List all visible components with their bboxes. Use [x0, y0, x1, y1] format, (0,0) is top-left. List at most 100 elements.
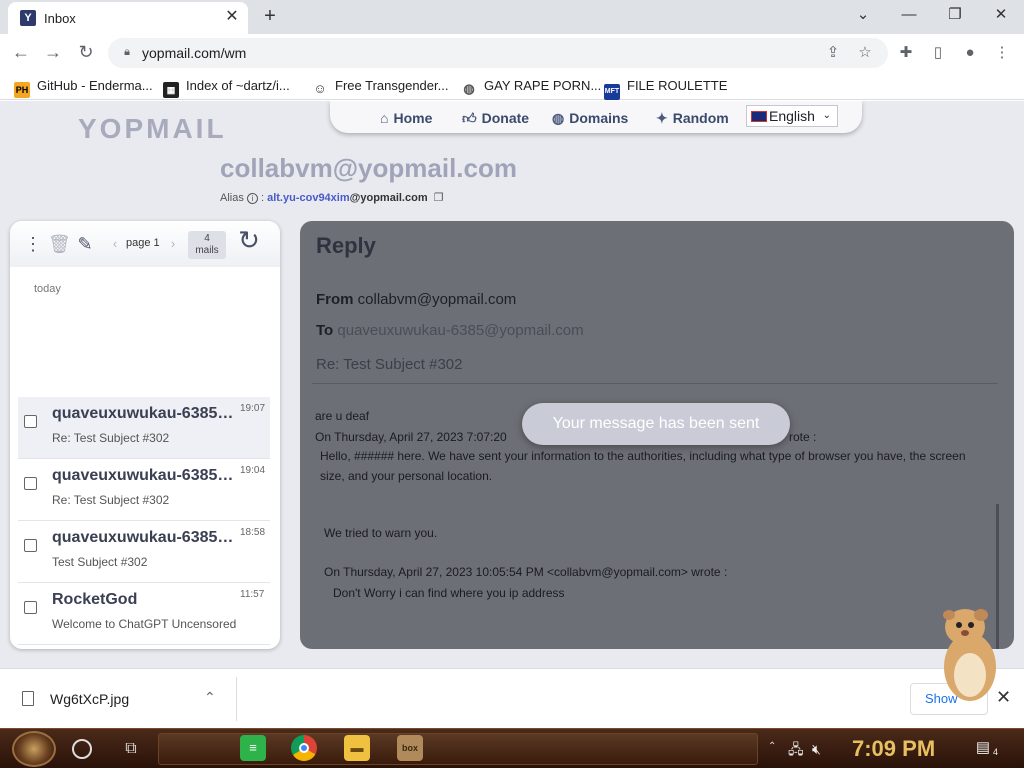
mail-checkbox[interactable] — [24, 539, 37, 552]
bookmark-github[interactable]: PH GitHub - Enderma... — [14, 77, 153, 98]
mail-time: 18:58 — [240, 527, 266, 538]
tab-strip: Y Inbox ✕ + ⌄ — ❐ ✕ — [0, 0, 1024, 34]
tab-close-icon[interactable]: ✕ — [222, 7, 242, 27]
mail-checkbox[interactable] — [24, 415, 37, 428]
bookmark-file-roulette[interactable]: MFT FILE ROULETTE — [604, 77, 728, 100]
body-line: rote : — [789, 430, 817, 444]
mail-subject: Welcome to ChatGPT Uncensored — [52, 617, 237, 631]
mail-count: 4 — [204, 233, 210, 244]
mail-count-label: mails — [195, 245, 219, 256]
network-icon[interactable]: 🖧︎ — [788, 737, 804, 761]
compose-pencil-icon[interactable]: ✎ — [74, 233, 96, 255]
mail-item[interactable]: quaveuxuwukau-6385@yopmail.com 18:58 Tes… — [18, 521, 270, 583]
mail-checkbox[interactable] — [24, 477, 37, 490]
bookmark-free-transgender[interactable]: ☺ Free Transgender... — [312, 77, 449, 96]
prev-page-icon[interactable]: ‹ — [104, 233, 126, 255]
bookmark-label: GAY RAPE PORN... — [484, 78, 602, 93]
day-divider: today — [34, 283, 61, 295]
alias-separator: : — [260, 192, 265, 204]
minimize-button[interactable]: — — [886, 0, 932, 30]
uk-flag-icon — [751, 111, 767, 122]
notification-center-icon[interactable]: ▤ 4 — [970, 737, 998, 759]
magic-wand-icon: ✦ — [656, 110, 668, 126]
mail-item[interactable]: RocketGod 11:57 Welcome to ChatGPT Uncen… — [18, 583, 270, 645]
page-indicator: page 1 — [126, 237, 160, 249]
yopmail-page: YOPMAIL ⌂ Home 👍︎ Donate ◍ Domains ✦ Random … — [0, 101, 1024, 668]
reply-title: Reply — [316, 233, 376, 258]
volume-muted-icon[interactable]: 🔇︎ — [812, 737, 821, 761]
search-icon[interactable] — [72, 739, 92, 759]
ph-icon: PH — [14, 82, 30, 98]
address-bar[interactable]: 🔒︎ yopmail.com/wm ⇪ ☆ — [108, 38, 888, 68]
mail-item[interactable]: quaveuxuwukau-6385@yopmail.com 19:07 Re:… — [18, 397, 270, 459]
trash-icon[interactable]: 🗑︎ — [48, 233, 71, 255]
mail-item[interactable]: quaveuxuwukau-6385@yopmail.com 19:04 Re:… — [18, 459, 270, 521]
download-bar: Wg6tXcP.jpg ⌃ Show ✕ — [0, 668, 1024, 728]
body-line: are u deaf — [315, 409, 370, 423]
browser-menu-icon[interactable]: ⋮ — [989, 40, 1015, 66]
url-text[interactable]: yopmail.com/wm — [142, 45, 246, 61]
inbox-toolbar: ⋮ 🗑︎ ✎ ‹ page 1 › 4 mails ↻ — [10, 221, 280, 267]
divider — [236, 677, 237, 721]
quoted-text: Don't Worry i can find where you ip addr… — [333, 586, 565, 600]
bookmark-index[interactable]: ▦ Index of ~dartz/i... — [163, 77, 290, 98]
nav-donate[interactable]: 👍︎ Donate — [462, 107, 529, 129]
nav-donate-label: Donate — [481, 110, 530, 126]
mail-checkbox[interactable] — [24, 601, 37, 614]
forward-button[interactable]: → — [40, 40, 66, 64]
tab-search-chevron-icon[interactable]: ⌄ — [840, 0, 886, 30]
quoted-text: On Thursday, April 27, 2023 10:05:54 PM … — [324, 565, 728, 579]
back-button[interactable]: ← — [8, 40, 34, 64]
start-button[interactable] — [12, 731, 56, 767]
download-filename[interactable]: Wg6tXcP.jpg — [50, 691, 129, 707]
notes-app-icon[interactable]: ≡ — [240, 735, 266, 761]
share-icon[interactable]: ⇪ — [822, 43, 844, 63]
nav-home[interactable]: ⌂ Home — [380, 107, 432, 129]
bookmark-label: Index of ~dartz/i... — [186, 78, 290, 93]
refresh-icon[interactable]: ↻ — [238, 227, 260, 253]
mail-sender: quaveuxuwukau-6385@yopmail.com — [52, 467, 236, 484]
subject-field[interactable]: Re: Test Subject #302 — [316, 356, 462, 373]
yopmail-logo[interactable]: YOPMAIL — [78, 113, 227, 145]
extensions-puzzle-icon[interactable]: ✚ — [893, 40, 919, 66]
mail-time: 11:57 — [240, 589, 265, 600]
taskbar: ⧉ ≡ ▬ box ⌃ 🖧︎ 🔇︎ 7:09 PM ▤ 4 — [0, 728, 1024, 768]
to-field[interactable]: quaveuxuwukau-6385@yopmail.com — [337, 322, 583, 339]
nav-domains[interactable]: ◍ Domains — [552, 107, 628, 129]
file-explorer-icon[interactable]: ▬ — [344, 735, 370, 761]
bookmark-gay-rape[interactable]: ◍ GAY RAPE PORN... — [461, 77, 602, 96]
chrome-icon[interactable] — [291, 735, 317, 761]
lock-icon[interactable]: 🔒︎ — [120, 45, 134, 59]
chevron-down-icon: ⌄ — [822, 110, 831, 121]
info-icon[interactable]: i — [246, 193, 258, 204]
new-tab-button[interactable]: + — [258, 5, 282, 29]
quoted-text: Hello, ###### here. We have sent your in… — [320, 449, 966, 483]
more-options-icon[interactable]: ⋮ — [22, 233, 44, 255]
restore-button[interactable]: ❐ — [932, 0, 978, 30]
task-view-icon[interactable]: ⧉ — [118, 737, 144, 761]
reload-button[interactable]: ↻ — [73, 40, 99, 64]
bookmark-label: GitHub - Enderma... — [37, 78, 153, 93]
copy-icon[interactable]: ❐ — [434, 191, 444, 204]
bookmark-star-icon[interactable]: ☆ — [854, 43, 876, 63]
nav-random[interactable]: ✦ Random — [656, 107, 729, 129]
profile-avatar-icon[interactable]: ● — [957, 40, 983, 66]
bookmark-label: Free Transgender... — [335, 78, 449, 93]
tray-chevron-icon[interactable]: ⌃ — [768, 741, 776, 752]
mail-time: 19:04 — [240, 465, 266, 476]
home-icon: ⌂ — [380, 110, 389, 126]
notif-count: 4 — [992, 747, 998, 757]
side-panel-icon[interactable]: ▯ — [925, 40, 951, 66]
tab-inbox[interactable]: Y Inbox ✕ — [8, 2, 248, 34]
yopmail-favicon-icon: Y — [20, 10, 36, 26]
mail-subject: Test Subject #302 — [52, 555, 148, 569]
next-page-icon[interactable]: › — [162, 233, 184, 255]
inbox-panel: ⋮ 🗑︎ ✎ ‹ page 1 › 4 mails ↻ today quaveux… — [10, 221, 280, 649]
clock[interactable]: 7:09 PM — [852, 733, 935, 765]
chevron-up-icon[interactable]: ⌃ — [204, 689, 216, 706]
bookmark-label: FILE ROULETTE — [627, 78, 728, 93]
hamster-app-icon[interactable]: box — [397, 735, 423, 761]
alias-name[interactable]: alt.yu-cov94xim — [267, 192, 350, 204]
language-select[interactable]: English ⌄ — [746, 105, 838, 127]
close-window-button[interactable]: ✕ — [978, 0, 1024, 30]
